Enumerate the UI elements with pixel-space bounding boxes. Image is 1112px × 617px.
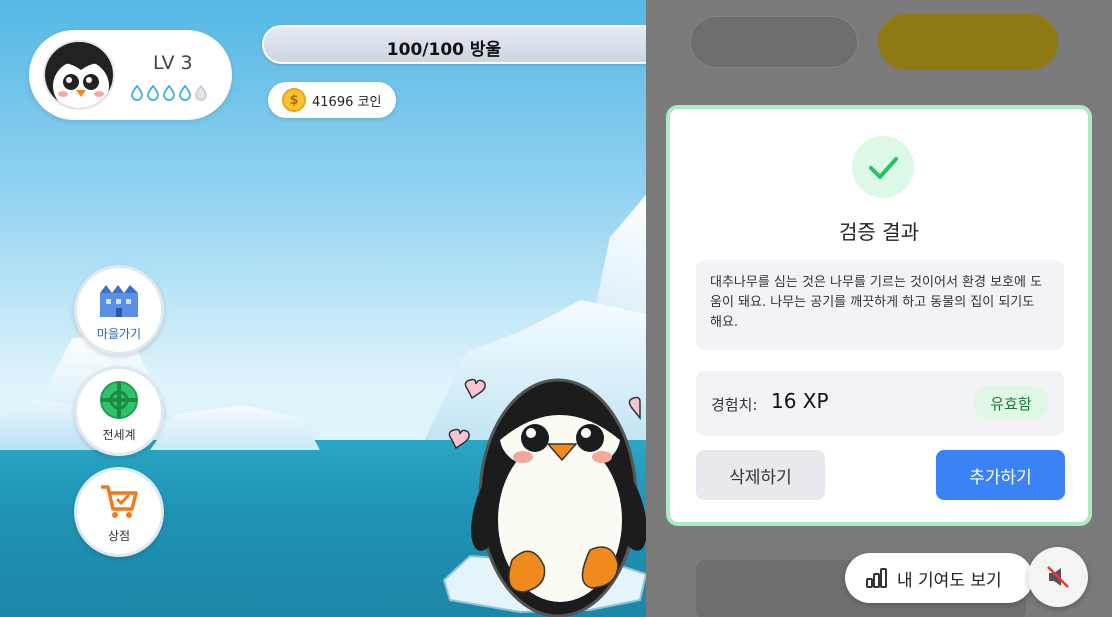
- add-button[interactable]: 추가하기: [936, 450, 1065, 500]
- water-drop-filled-icon: [163, 85, 175, 101]
- dialog-title: 검증 결과: [839, 220, 919, 244]
- dimmed-button: [690, 16, 858, 68]
- bar-chart-icon: [866, 568, 887, 588]
- sound-toggle-button[interactable]: [1028, 547, 1088, 607]
- avatar: [43, 40, 115, 110]
- water-drop-filled-icon: [179, 85, 191, 101]
- view-contribution-button[interactable]: 내 기여도 보기: [845, 553, 1033, 603]
- penguin-character[interactable]: [440, 360, 646, 617]
- status-badge: 유효함: [973, 386, 1049, 420]
- xp-label: 경험치:: [711, 396, 758, 414]
- water-progress-label: 100/100 방울: [386, 40, 502, 60]
- player-profile[interactable]: LV 3: [29, 30, 232, 120]
- verification-result-dialog: 검증 결과 대추나무를 심는 것은 나무를 기르는 것이어서 환경 보호에 도움…: [666, 105, 1092, 526]
- dimmed-button: [878, 14, 1058, 70]
- level-label: LV 3: [153, 52, 193, 74]
- nav-shop-button[interactable]: 상점: [74, 467, 164, 557]
- nav-shop-label: 상점: [107, 528, 131, 543]
- xp-value: 16 XP: [771, 389, 829, 413]
- delete-button[interactable]: 삭제하기: [696, 450, 825, 500]
- game-scene: LV 3 100/100 방울 $ 41696 코인 마을가기 전세계 상점: [0, 0, 646, 617]
- xp-panel: 경험치: 16 XP 유효함: [696, 371, 1064, 436]
- nav-village-button[interactable]: 마을가기: [74, 265, 164, 355]
- ice-floe: [150, 405, 320, 450]
- coin-counter: $ 41696 코인: [268, 82, 396, 118]
- water-progress-bar: 100/100 방울: [262, 25, 646, 64]
- nav-world-button[interactable]: 전세계: [74, 366, 164, 456]
- water-drop-filled-icon: [131, 85, 143, 101]
- water-drop-empty-icon: [195, 85, 207, 101]
- view-contribution-label: 내 기여도 보기: [897, 570, 1002, 591]
- drop-meter: [130, 85, 208, 101]
- village-icon: [100, 284, 138, 317]
- coin-amount: 41696 코인: [312, 94, 382, 110]
- nav-village-label: 마을가기: [96, 326, 142, 341]
- globe-icon: [100, 380, 138, 419]
- mute-icon: [1047, 566, 1069, 588]
- coin-icon: $: [282, 88, 306, 112]
- verification-message: 대추나무를 심는 것은 나무를 기르는 것이어서 환경 보호에 도움이 돼요. …: [696, 260, 1064, 350]
- cart-icon: [101, 484, 138, 518]
- water-drop-filled-icon: [147, 85, 159, 101]
- check-icon: [852, 136, 914, 198]
- nav-world-label: 전세계: [102, 427, 136, 442]
